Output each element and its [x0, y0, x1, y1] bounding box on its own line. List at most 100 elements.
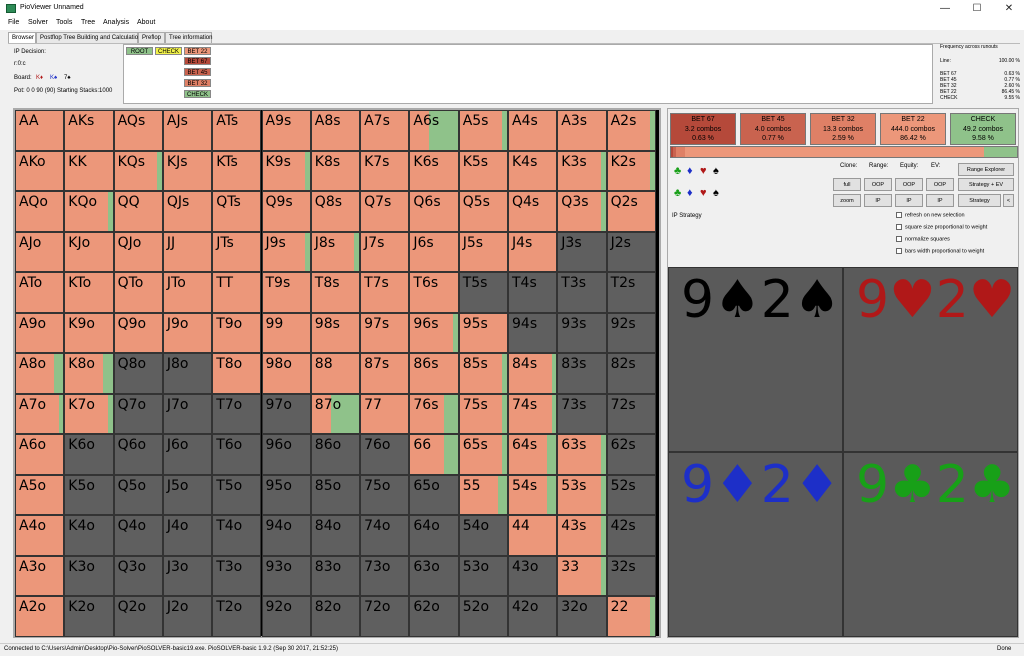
hand-cell[interactable]: A7s: [360, 110, 410, 151]
hand-cell[interactable]: 85s: [458, 353, 508, 394]
hand-cell[interactable]: KJs: [162, 150, 213, 191]
menu-tree[interactable]: Tree: [81, 19, 95, 26]
hand-cell[interactable]: J2o: [162, 596, 213, 637]
hand-cell[interactable]: J9o: [162, 312, 213, 353]
hand-cell[interactable]: Q4s: [508, 191, 558, 232]
hand-cell[interactable]: A5o: [15, 474, 65, 515]
hand-cell[interactable]: 73o: [360, 555, 410, 596]
hand-cell[interactable]: 84s: [508, 353, 558, 394]
hand-cell[interactable]: K4s: [508, 150, 558, 191]
hand-cell[interactable]: 97s: [360, 312, 410, 353]
hand-cell[interactable]: 84o: [310, 515, 361, 556]
hand-cell[interactable]: A6o: [15, 434, 65, 475]
hand-cell[interactable]: 98o: [261, 353, 311, 394]
hand-cell[interactable]: K5o: [64, 474, 114, 515]
combo-hearts[interactable]: 9♥2♥: [843, 267, 1018, 452]
hand-cell[interactable]: 94s: [508, 312, 558, 353]
hand-cell[interactable]: 72o: [360, 596, 410, 637]
hand-cell[interactable]: A8s: [310, 110, 361, 151]
hand-cell[interactable]: A3s: [557, 110, 607, 151]
hand-cell[interactable]: 87o: [310, 393, 361, 434]
combo-clubs[interactable]: 9♣2♣: [843, 452, 1018, 637]
hand-cell[interactable]: J9s: [261, 231, 311, 272]
hand-cell[interactable]: J8o: [162, 353, 213, 394]
tab-browser[interactable]: Browser: [8, 32, 36, 43]
tab-tree-information[interactable]: Tree information: [165, 32, 212, 43]
hand-cell[interactable]: 92s: [606, 312, 656, 353]
hand-cell[interactable]: T7s: [360, 272, 410, 313]
hand-cell[interactable]: T6s: [409, 272, 459, 313]
hand-cell[interactable]: K2s: [606, 150, 656, 191]
hand-cell[interactable]: Q2s: [606, 191, 656, 232]
hand-cell[interactable]: AJs: [162, 110, 213, 151]
tab-preflop[interactable]: Preflop: [138, 32, 165, 43]
hand-cell[interactable]: Q9o: [113, 312, 163, 353]
hand-cell[interactable]: J7o: [162, 393, 213, 434]
action-bet-32[interactable]: BET 32 13.3 combos 2.59 %: [810, 113, 876, 145]
hand-cell[interactable]: K7o: [64, 393, 114, 434]
hand-cell[interactable]: A4s: [508, 110, 558, 151]
hand-cell[interactable]: A2o: [15, 596, 65, 637]
hand-cell[interactable]: T2s: [606, 272, 656, 313]
hand-cell[interactable]: 63o: [409, 555, 459, 596]
hand-cell[interactable]: 82s: [606, 353, 656, 394]
hand-cell[interactable]: A6s: [409, 110, 459, 151]
hand-cell[interactable]: KJo: [64, 231, 114, 272]
hand-cell[interactable]: TT: [212, 272, 262, 313]
hand-cell[interactable]: 73s: [557, 393, 607, 434]
hand-cell[interactable]: 86s: [409, 353, 459, 394]
hand-cell[interactable]: 44: [508, 515, 558, 556]
hand-cell[interactable]: Q7s: [360, 191, 410, 232]
hand-cell[interactable]: AQo: [15, 191, 65, 232]
range-oop-button[interactable]: OOP: [864, 178, 892, 191]
hand-cell[interactable]: QJo: [113, 231, 163, 272]
equity-ip-button[interactable]: IP: [895, 194, 923, 207]
hand-cell[interactable]: J5s: [458, 231, 508, 272]
hand-cell[interactable]: 42s: [606, 515, 656, 556]
ev-ip-button[interactable]: IP: [926, 194, 954, 207]
hand-cell[interactable]: 43o: [508, 555, 558, 596]
hand-cell[interactable]: 62o: [409, 596, 459, 637]
hand-cell[interactable]: T8s: [310, 272, 361, 313]
hand-cell[interactable]: 83o: [310, 555, 361, 596]
hand-cell[interactable]: K9o: [64, 312, 114, 353]
equity-oop-button[interactable]: OOP: [895, 178, 923, 191]
heart-filter-icon[interactable]: ♥: [700, 165, 707, 177]
hand-cell[interactable]: JTo: [162, 272, 213, 313]
hand-cell[interactable]: 87s: [360, 353, 410, 394]
hand-cell[interactable]: 95s: [458, 312, 508, 353]
close-button[interactable]: ✕: [994, 0, 1024, 17]
hand-cell[interactable]: 83s: [557, 353, 607, 394]
hand-cell[interactable]: T3o: [212, 555, 262, 596]
hand-cell[interactable]: 63s: [557, 434, 607, 475]
hand-cell[interactable]: J4s: [508, 231, 558, 272]
hand-cell[interactable]: KQo: [64, 191, 114, 232]
hand-cell[interactable]: J4o: [162, 515, 213, 556]
hand-cell[interactable]: KTo: [64, 272, 114, 313]
hand-cell[interactable]: 72s: [606, 393, 656, 434]
hand-cell[interactable]: J3s: [557, 231, 607, 272]
hand-cell[interactable]: A2s: [606, 110, 656, 151]
hand-cell[interactable]: K4o: [64, 515, 114, 556]
hand-cell[interactable]: 66: [409, 434, 459, 475]
minimize-button[interactable]: —: [930, 0, 960, 17]
hand-cell[interactable]: 64o: [409, 515, 459, 556]
hand-cell[interactable]: T7o: [212, 393, 262, 434]
range-ip-button[interactable]: IP: [864, 194, 892, 207]
tree-root[interactable]: ROOT: [126, 47, 153, 55]
club-filter-icon[interactable]: ♣: [674, 165, 681, 177]
hand-cell[interactable]: 96o: [261, 434, 311, 475]
tree-bet-32[interactable]: BET 32: [184, 79, 211, 87]
zoom-button[interactable]: zoom: [833, 194, 861, 207]
hand-cell[interactable]: 53s: [557, 474, 607, 515]
hand-cell[interactable]: 32s: [606, 555, 656, 596]
club-filter-icon[interactable]: ♣: [674, 187, 681, 199]
hand-cell[interactable]: J6o: [162, 434, 213, 475]
hand-cell[interactable]: K3s: [557, 150, 607, 191]
hand-cell[interactable]: QQ: [113, 191, 163, 232]
hand-cell[interactable]: AQs: [113, 110, 163, 151]
hand-cell[interactable]: 74s: [508, 393, 558, 434]
heart-filter-icon[interactable]: ♥: [700, 187, 707, 199]
ev-oop-button[interactable]: OOP: [926, 178, 954, 191]
hand-cell[interactable]: K8s: [310, 150, 361, 191]
